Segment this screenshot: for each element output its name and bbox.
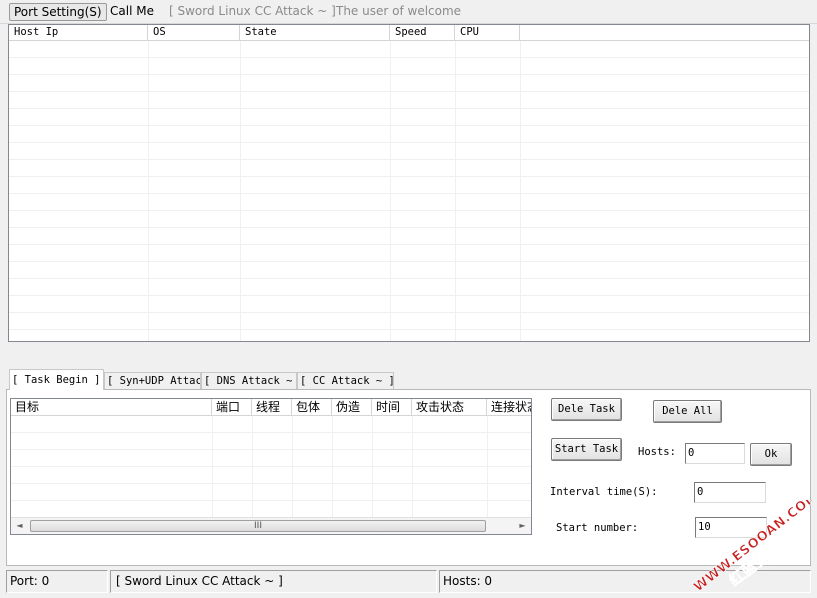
scroll-thumb[interactable]: III bbox=[30, 520, 486, 532]
start-number-input[interactable]: 10 bbox=[695, 517, 767, 538]
col-cpu[interactable]: CPU bbox=[455, 25, 520, 40]
menu-title-text: [ Sword Linux CC Attack ~ ] bbox=[169, 4, 336, 18]
host-grid-row bbox=[9, 160, 809, 177]
tab-cc-attack[interactable]: [ CC Attack ~ ] bbox=[297, 372, 394, 389]
col-os[interactable]: OS bbox=[148, 25, 240, 40]
host-grid-row bbox=[9, 228, 809, 245]
host-grid-row bbox=[9, 194, 809, 211]
start-number-label: Start number: bbox=[556, 522, 639, 534]
horizontal-scrollbar[interactable]: ◄ III ► bbox=[11, 517, 531, 534]
host-list[interactable]: Host Ip OS State Speed CPU bbox=[8, 24, 810, 342]
task-grid-column-line bbox=[292, 416, 293, 517]
dele-task-button[interactable]: Dele Task bbox=[551, 398, 622, 421]
menu-port-setting[interactable]: Port Setting(S) bbox=[9, 3, 107, 21]
tab-syn-udp-attack[interactable]: [ Syn+UDP Attack ~ ] bbox=[104, 372, 201, 389]
task-grid-row bbox=[11, 433, 531, 450]
host-grid-row bbox=[9, 279, 809, 296]
host-grid-row bbox=[9, 75, 809, 92]
host-grid-column-line bbox=[148, 41, 149, 341]
host-grid-column-line bbox=[520, 41, 521, 341]
host-grid-row bbox=[9, 109, 809, 126]
task-grid-row bbox=[11, 484, 531, 501]
host-grid-row bbox=[9, 126, 809, 143]
tab-task-begin[interactable]: [ Task Begin ] bbox=[9, 369, 104, 390]
host-grid-row bbox=[9, 313, 809, 330]
dele-all-button[interactable]: Dele All bbox=[653, 400, 722, 423]
host-grid-row bbox=[9, 177, 809, 194]
col-attack-status[interactable]: 攻击状态 bbox=[412, 399, 487, 416]
task-grid-column-line bbox=[212, 416, 213, 517]
host-grid-column-line bbox=[390, 41, 391, 341]
interval-time-input[interactable]: 0 bbox=[694, 482, 766, 503]
host-grid-row bbox=[9, 58, 809, 75]
task-list-header: 目标 端口 线程 包体 伪造 时间 攻击状态 连接状态 bbox=[11, 399, 531, 416]
host-grid-row bbox=[9, 296, 809, 313]
task-grid-row bbox=[11, 416, 531, 433]
col-threads[interactable]: 线程 bbox=[252, 399, 292, 416]
host-grid-row bbox=[9, 143, 809, 160]
status-port: Port: 0 bbox=[6, 570, 108, 593]
status-attack: [ Sword Linux CC Attack ~ ] bbox=[110, 570, 437, 593]
col-spoof[interactable]: 伪造 bbox=[332, 399, 372, 416]
col-packet[interactable]: 包体 bbox=[292, 399, 332, 416]
menu-bar: Port Setting(S) Call Me [ Sword Linux CC… bbox=[0, 0, 817, 24]
col-speed[interactable]: Speed bbox=[390, 25, 455, 40]
task-grid-column-line bbox=[332, 416, 333, 517]
hosts-input[interactable]: 0 bbox=[685, 443, 745, 464]
col-host-ip[interactable]: Host Ip bbox=[9, 25, 148, 40]
task-grid-row bbox=[11, 467, 531, 484]
task-list[interactable]: 目标 端口 线程 包体 伪造 时间 攻击状态 连接状态 ◄ III ► bbox=[10, 398, 532, 535]
task-grid-column-line bbox=[372, 416, 373, 517]
menu-call-me[interactable]: Call Me bbox=[106, 3, 158, 21]
scroll-left-icon[interactable]: ◄ bbox=[11, 518, 28, 534]
task-grid-row bbox=[11, 501, 531, 518]
host-grid-row bbox=[9, 211, 809, 228]
scroll-right-icon[interactable]: ► bbox=[514, 518, 531, 534]
host-grid-row bbox=[9, 330, 809, 341]
host-grid-row bbox=[9, 262, 809, 279]
host-grid-row bbox=[9, 245, 809, 262]
interval-time-label: Interval time(S): bbox=[550, 486, 658, 498]
host-grid-row bbox=[9, 92, 809, 109]
hosts-label: Hosts: bbox=[638, 446, 676, 458]
col-port[interactable]: 端口 bbox=[212, 399, 252, 416]
col-connect-status[interactable]: 连接状态 bbox=[487, 399, 531, 416]
start-task-button[interactable]: Start Task bbox=[551, 438, 622, 461]
task-grid-column-line bbox=[412, 416, 413, 517]
host-grid-column-line bbox=[240, 41, 241, 341]
host-list-header: Host Ip OS State Speed CPU bbox=[9, 25, 809, 41]
task-grid-column-line bbox=[487, 416, 488, 517]
host-grid-row bbox=[9, 41, 809, 58]
ok-button[interactable]: Ok bbox=[750, 443, 792, 466]
tab-dns-attack[interactable]: [ DNS Attack ~ ] bbox=[201, 372, 297, 389]
menu-welcome: The user of welcome bbox=[336, 4, 462, 18]
col-target[interactable]: 目标 bbox=[11, 399, 212, 416]
status-hosts: Hosts: 0 bbox=[439, 570, 811, 593]
task-grid-row bbox=[11, 450, 531, 467]
col-state[interactable]: State bbox=[240, 25, 390, 40]
host-grid-column-line bbox=[455, 41, 456, 341]
col-time[interactable]: 时间 bbox=[372, 399, 412, 416]
task-grid-column-line bbox=[252, 416, 253, 517]
